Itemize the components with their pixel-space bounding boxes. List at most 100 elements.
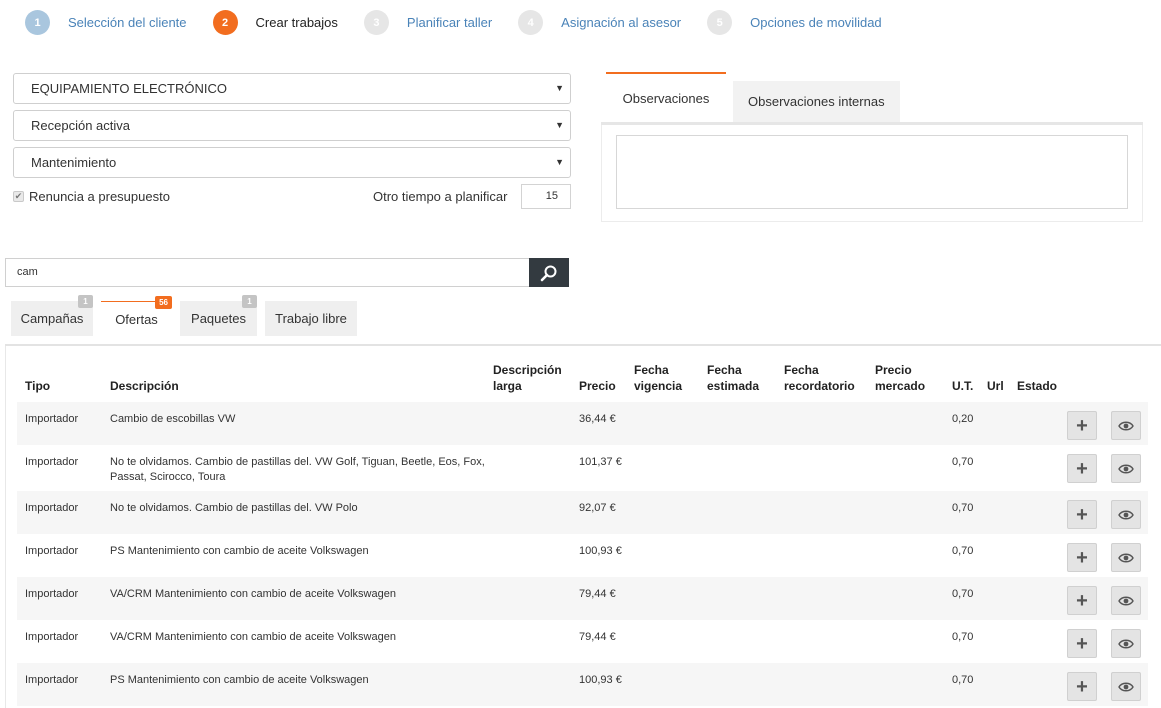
desc-line: PS Mantenimiento con cambio de aceite Vo… [110,545,369,557]
cell-descripcion: PS Mantenimiento con cambio de aceite Vo… [110,544,490,559]
header-fecha-estimada: Fecha estimada [707,362,759,394]
dropdown-arrow-icon: ▼ [555,83,564,93]
renuncia-checkbox[interactable]: ✔ [13,191,24,202]
cell-tipo: Importador [25,588,79,600]
desc-line: PS Mantenimiento con cambio de aceite Vo… [110,674,369,686]
tab-trabajo-libre[interactable]: Trabajo libre [265,301,357,336]
cell-precio: 79,44 € [579,588,616,600]
cell-tipo: Importador [25,631,79,643]
service-select[interactable]: Mantenimiento ▼ [13,147,571,178]
table-border [5,346,6,708]
count-badge: 1 [242,295,257,308]
cell-ut: 0,20 [952,413,974,425]
tab-label: Trabajo libre [275,311,347,326]
tab-label: Ofertas [115,311,158,327]
equipment-select-value: EQUIPAMIENTO ELECTRÓNICO [31,81,227,96]
observations-textarea[interactable] [616,135,1128,209]
step-advisor-assignment[interactable]: 4 Asignación al asesor [518,10,681,35]
header-precio-mercado: Precio mercado [875,362,925,394]
view-button[interactable] [1111,500,1141,529]
step-create-jobs[interactable]: 2 Crear trabajos [212,10,338,35]
search-input[interactable]: cam [5,258,530,287]
table-row[interactable]: Importador Cambio de escobillas VW 36,44 €… [17,402,1148,445]
observations-body [601,125,1143,222]
table-row[interactable]: Importador VA/CRM Mantenimiento con cambi… [17,620,1148,663]
plus-icon: + [1076,589,1088,612]
step-number: 4 [518,10,544,35]
tab-label: Campañas [20,311,84,326]
view-button[interactable] [1111,454,1141,483]
equipment-select[interactable]: EQUIPAMIENTO ELECTRÓNICO ▼ [13,73,571,104]
add-button[interactable]: + [1067,411,1097,440]
view-button[interactable] [1111,411,1141,440]
tab-label: Paquetes [191,311,246,326]
view-button[interactable] [1111,629,1141,658]
add-button[interactable]: + [1067,454,1097,483]
cell-descripcion: PS Mantenimiento con cambio de aceite Vo… [110,673,490,688]
header-line: vigencia [634,379,683,393]
renuncia-checkbox-group[interactable]: ✔ Renuncia a presupuesto [13,189,170,204]
cell-ut: 0,70 [952,674,974,686]
header-line: larga [493,379,522,393]
cell-ut: 0,70 [952,456,974,468]
add-button[interactable]: + [1067,672,1097,701]
desc-line: Passat, Scirocco, Toura [110,471,226,483]
otro-tiempo-input[interactable]: 15 [521,184,571,209]
tab-ofertas[interactable]: Ofertas 56 [101,296,172,336]
step-number: 5 [707,10,733,35]
view-button[interactable] [1111,672,1141,701]
count-badge: 1 [78,295,93,308]
table-row[interactable]: Importador PS Mantenimiento con cambio de… [17,663,1148,706]
desc-line: VA/CRM Mantenimiento con cambio de aceit… [110,631,396,643]
plus-icon: + [1076,632,1088,655]
desc-line: VA/CRM Mantenimiento con cambio de aceit… [110,588,396,600]
tab-observaciones[interactable]: Observaciones [606,72,726,122]
header-line: Descripción [493,363,562,377]
cell-precio: 101,37 € [579,456,622,468]
plus-icon: + [1076,546,1088,569]
tab-paquetes[interactable]: Paquetes 1 [180,295,257,336]
header-url: Url [987,379,1004,393]
step-plan-workshop[interactable]: 3 Planificar taller [363,10,492,35]
step-number: 1 [25,10,50,35]
desc-line: Cambio de escobillas VW [110,413,236,425]
reception-select-value: Recepción activa [31,118,130,133]
header-line: Fecha [707,363,742,377]
header-line: mercado [875,379,926,393]
observations-panel: Observaciones Observaciones internas [601,72,1143,222]
tab-observaciones-internas[interactable]: Observaciones internas [733,81,900,122]
cell-tipo: Importador [25,674,79,686]
search-icon [540,265,557,281]
observations-tabs: Observaciones Observaciones internas [601,72,1143,125]
eye-icon [1118,639,1134,648]
eye-icon [1118,464,1134,473]
header-estado: Estado [1017,379,1058,393]
cell-tipo: Importador [25,502,79,514]
header-fecha-vigencia: Fecha vigencia [634,362,682,394]
cell-ut: 0,70 [952,502,974,514]
table-row[interactable]: Importador PS Mantenimiento con cambio de… [17,534,1148,577]
eye-icon [1118,682,1134,691]
table-row[interactable]: Importador VA/CRM Mantenimiento con cambi… [17,577,1148,620]
table-row[interactable]: Importador No te olvidamos. Cambio de pas… [17,445,1148,491]
eye-icon [1118,510,1134,519]
add-button[interactable]: + [1067,629,1097,658]
step-client-selection[interactable]: 1 Selección del cliente [25,10,187,35]
header-descripcion-larga: Descripción larga [493,362,562,394]
add-button[interactable]: + [1067,543,1097,572]
add-button[interactable]: + [1067,500,1097,529]
cell-descripcion: No te olvidamos. Cambio de pastillas del… [110,455,490,485]
search-button[interactable] [529,258,569,287]
step-number: 3 [363,10,389,35]
offer-tabs: Campañas 1 Ofertas 56 Paquetes 1 Trabajo… [11,295,365,336]
table-row[interactable]: Importador No te olvidamos. Cambio de pas… [17,491,1148,534]
header-line: estimada [707,379,760,393]
tab-campanas[interactable]: Campañas 1 [11,295,93,336]
reception-select[interactable]: Recepción activa ▼ [13,110,571,141]
view-button[interactable] [1111,586,1141,615]
header-tipo: Tipo [25,379,51,393]
view-button[interactable] [1111,543,1141,572]
add-button[interactable]: + [1067,586,1097,615]
renuncia-label: Renuncia a presupuesto [29,189,170,204]
step-mobility-options[interactable]: 5 Opciones de movilidad [707,10,882,35]
